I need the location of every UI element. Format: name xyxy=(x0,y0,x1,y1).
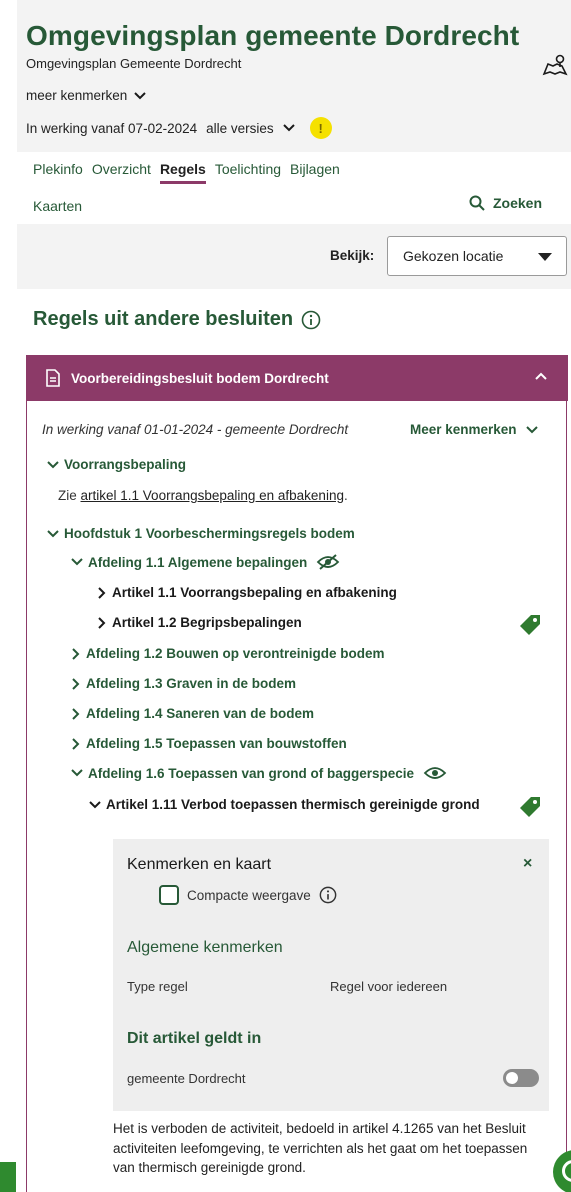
geldt-in-location: gemeente Dordrecht xyxy=(127,1071,246,1086)
location-select-value: Gekozen locatie xyxy=(403,248,504,264)
tree-node-label: Artikel 1.1 Voorrangsbepaling en afbaken… xyxy=(112,585,397,600)
artikel-body-text: Het is verboden de activiteit, bedoeld i… xyxy=(113,1121,528,1175)
tab-overzicht[interactable]: Overzicht xyxy=(92,161,151,184)
chevron-down-icon xyxy=(47,460,59,468)
caret-down-icon xyxy=(538,253,552,261)
tag-icon[interactable] xyxy=(518,795,542,819)
panel-title: Voorbereidingsbesluit bodem Dordrecht xyxy=(71,370,329,386)
algemene-kenmerken-heading: Algemene kenmerken xyxy=(127,939,283,956)
tab-regels[interactable]: Regels xyxy=(159,161,206,184)
tree-node-afdeling-1-2[interactable]: Afdeling 1.2 Bouwen op verontreinigde bo… xyxy=(71,646,385,661)
kenmerken-panel: Kenmerken en kaart × Compacte weergave A… xyxy=(113,839,549,1019)
tree-node-artikel-1-1[interactable]: Artikel 1.1 Voorrangsbepaling en afbaken… xyxy=(97,585,397,600)
chevron-right-icon xyxy=(98,586,106,599)
meer-kenmerken-toggle[interactable]: meer kenmerken xyxy=(26,88,147,103)
tree-node-afdeling-1-4[interactable]: Afdeling 1.4 Saneren van de bodem xyxy=(71,706,314,721)
type-regel-row: Type regel Regel voor iedereen xyxy=(127,979,547,994)
tree-node-voorrangsbepaling[interactable]: Voorrangsbepaling xyxy=(47,457,186,472)
compacte-weergave-label: Compacte weergave xyxy=(187,887,311,903)
tree-node-label: Voorrangsbepaling xyxy=(64,457,187,472)
kenmerken-title: Kenmerken en kaart xyxy=(127,856,272,873)
location-select[interactable]: Gekozen locatie xyxy=(387,236,567,276)
tree-node-label: Hoofdstuk 1 Voorbeschermingsregels bodem xyxy=(64,526,355,541)
tab-bijlagen[interactable]: Bijlagen xyxy=(290,161,340,184)
chevron-right-icon xyxy=(72,677,80,690)
page-title: Omgevingsplan gemeente Dordrecht xyxy=(26,20,520,51)
chevron-right-icon xyxy=(98,616,106,629)
alle-versies-dropdown[interactable]: alle versies xyxy=(206,121,296,136)
location-toggle[interactable] xyxy=(503,1069,539,1087)
eye-off-icon[interactable] xyxy=(316,554,340,570)
section-title: Regels uit andere besluiten xyxy=(33,308,321,331)
info-icon[interactable] xyxy=(301,310,321,330)
chevron-up-icon[interactable] xyxy=(534,369,548,383)
tree-node-artikel-1-2[interactable]: Artikel 1.2 Begripsbepalingen xyxy=(97,615,302,630)
geldt-in-panel: Dit artikel geldt in gemeente Dordrecht xyxy=(113,1019,549,1111)
feedback-tab[interactable] xyxy=(0,1162,16,1192)
tab-plekinfo[interactable]: Plekinfo xyxy=(33,161,83,184)
panel-header[interactable]: Voorbereidingsbesluit bodem Dordrecht xyxy=(27,355,568,401)
compacte-weergave-checkbox[interactable] xyxy=(159,885,179,905)
page-subtitle: Omgevingsplan Gemeente Dordrecht xyxy=(26,56,242,71)
type-regel-value: Regel voor iedereen xyxy=(330,979,448,994)
tree-node-label: Afdeling 1.1 Algemene bepalingen xyxy=(88,554,308,570)
map-pin-icon[interactable] xyxy=(542,52,568,78)
close-icon[interactable]: × xyxy=(523,855,532,873)
tree-node-hoofdstuk-1[interactable]: Hoofdstuk 1 Voorbeschermingsregels bodem xyxy=(47,526,355,541)
zie-suffix: . xyxy=(343,488,348,503)
tree-node-afdeling-1-1[interactable]: Afdeling 1.1 Algemene bepalingen xyxy=(71,554,340,570)
compacte-weergave-option: Compacte weergave xyxy=(159,885,337,905)
tree-node-afdeling-1-6[interactable]: Afdeling 1.6 Toepassen van grond of bagg… xyxy=(71,765,447,781)
page-header: Omgevingsplan gemeente Dordrecht Omgevin… xyxy=(17,0,571,152)
eye-icon[interactable] xyxy=(423,765,447,781)
voorrang-text: Zie artikel 1.1 Voorrangsbepaling en afb… xyxy=(58,488,348,503)
meer-kenmerken-label: meer kenmerken xyxy=(26,88,128,103)
chevron-right-icon xyxy=(72,737,80,750)
type-regel-label: Type regel xyxy=(127,979,188,994)
alle-versies-label: alle versies xyxy=(206,120,274,136)
chevron-down-icon xyxy=(282,124,295,132)
tree-node-label: Artikel 1.2 Begripsbepalingen xyxy=(112,615,302,630)
bekijk-label: Bekijk: xyxy=(330,248,375,263)
chevron-down-icon xyxy=(525,425,538,433)
chevron-down-icon xyxy=(71,558,83,566)
in-werking-date: In werking vanaf 07-02-2024 xyxy=(26,120,198,136)
chevron-down-icon xyxy=(71,769,83,777)
panel-meta: In werking vanaf 01-01-2024 - gemeente D… xyxy=(42,422,349,437)
meer-kenmerken-label: Meer kenmerken xyxy=(410,422,517,437)
tree-node-label: Afdeling 1.5 Toepassen van bouwstoffen xyxy=(86,736,347,751)
version-row: In werking vanaf 07-02-2024 alle versies… xyxy=(26,117,332,139)
search-icon xyxy=(469,195,485,211)
tree-node-label: Afdeling 1.4 Saneren van de bodem xyxy=(86,706,315,721)
document-icon xyxy=(46,369,60,387)
besluit-panel: Voorbereidingsbesluit bodem Dordrecht In… xyxy=(26,355,568,1192)
tree-node-afdeling-1-5[interactable]: Afdeling 1.5 Toepassen van bouwstoffen xyxy=(71,736,347,751)
section-title-text: Regels uit andere besluiten xyxy=(33,308,294,330)
chevron-right-icon xyxy=(72,647,80,660)
zie-prefix: Zie xyxy=(58,488,81,503)
geldt-in-heading: Dit artikel geldt in xyxy=(127,1030,262,1047)
tree-node-label: Afdeling 1.2 Bouwen op verontreinigde bo… xyxy=(86,646,385,661)
tab-kaarten[interactable]: Kaarten xyxy=(33,198,82,214)
search-label: Zoeken xyxy=(493,195,543,211)
chevron-down-icon xyxy=(47,529,59,537)
info-icon[interactable] xyxy=(319,886,337,904)
view-bar: Bekijk: Gekozen locatie xyxy=(17,224,571,289)
meer-kenmerken-button[interactable]: Meer kenmerken xyxy=(410,422,539,437)
tag-icon[interactable] xyxy=(518,613,542,637)
tree-node-afdeling-1-3[interactable]: Afdeling 1.3 Graven in de bodem xyxy=(71,676,296,691)
tab-toelichting[interactable]: Toelichting xyxy=(215,161,281,184)
search-button[interactable]: Zoeken xyxy=(469,195,542,211)
warning-icon[interactable]: ! xyxy=(309,117,332,139)
tree-node-label: Afdeling 1.3 Graven in de bodem xyxy=(86,676,297,691)
chevron-right-icon xyxy=(72,707,80,720)
tab-bar: Plekinfo Overzicht Regels Toelichting Bi… xyxy=(33,161,340,184)
tree-node-label: Afdeling 1.6 Toepassen van grond of bagg… xyxy=(88,765,415,781)
chevron-down-icon xyxy=(134,91,147,99)
tree-node-artikel-1-11[interactable]: Artikel 1.11 Verbod toepassen thermisch … xyxy=(89,797,480,812)
chevron-down-icon xyxy=(89,800,101,808)
artikel-link[interactable]: artikel 1.1 Voorrangsbepaling en afbaken… xyxy=(81,488,344,503)
tree-node-label: Artikel 1.11 Verbod toepassen thermisch … xyxy=(106,797,480,812)
